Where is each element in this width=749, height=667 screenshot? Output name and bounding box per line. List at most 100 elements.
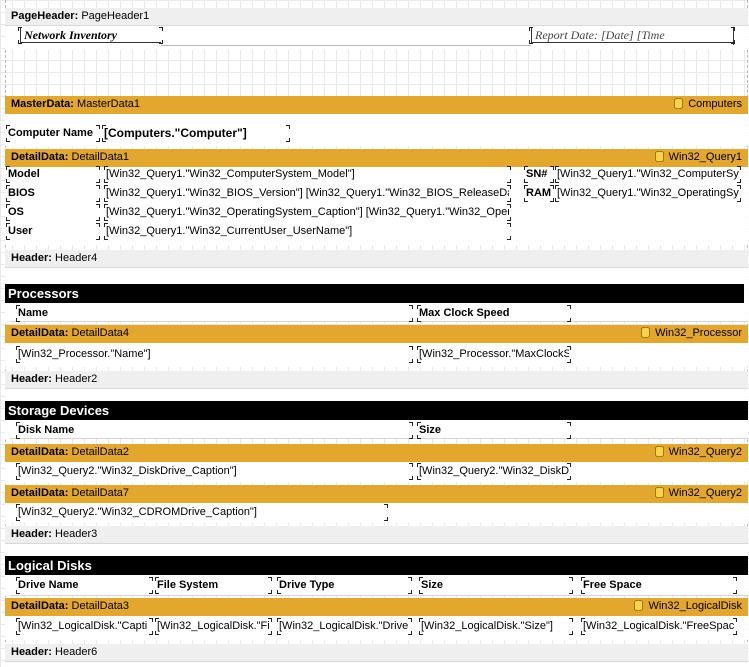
section-title-logical-disks[interactable]: Logical Disks	[5, 556, 748, 575]
band-name: DetailData1	[71, 151, 130, 163]
selection-corner-marker	[149, 590, 153, 594]
selection-corner-marker	[555, 179, 559, 183]
band-master-data[interactable]: MasterData: MasterData1 Computers	[5, 96, 748, 114]
selection-corner-marker	[550, 166, 554, 170]
model-field[interactable]: [Win32_Query1."Win32_ComputerSystem_Mode…	[106, 167, 509, 182]
band-type: PageHeader:	[11, 10, 79, 22]
selection-corner-marker	[18, 40, 22, 44]
selection-corner-marker	[277, 618, 281, 622]
selection-corner-marker	[507, 223, 511, 227]
report-title[interactable]: Network Inventory	[20, 28, 161, 43]
selection-corner-marker	[733, 618, 737, 622]
selection-corner-marker	[96, 204, 100, 208]
drive-name-header[interactable]: Drive Name	[18, 578, 151, 593]
selection-corner-marker	[16, 577, 20, 581]
band-type: DetailData:	[11, 327, 69, 339]
logical-size-header[interactable]: Size	[421, 578, 571, 593]
sn-field[interactable]: [Win32_Query1."Win32_ComputerSys	[557, 167, 739, 182]
selection-corner-marker	[16, 504, 20, 508]
selection-corner-marker	[567, 346, 571, 350]
free-space-field[interactable]: [Win32_LogicalDisk."FreeSpac	[583, 619, 735, 634]
selection-corner-marker	[277, 590, 281, 594]
disk-name-field[interactable]: [Win32_Query2."Win32_DiskDrive_Caption"]	[18, 464, 411, 479]
disk-size-field[interactable]: [Win32_Query2."Win32_DiskD	[419, 464, 569, 479]
divider	[10, 321, 748, 322]
computer-name-field[interactable]: [Computers."Computer"]	[104, 126, 288, 141]
band-header-3[interactable]: Header: Header3	[5, 526, 748, 544]
max-clock-speed-header[interactable]: Max Clock Speed	[419, 306, 569, 321]
selection-corner-marker	[6, 138, 10, 142]
selection-corner-marker	[733, 577, 737, 581]
selection-corner-marker	[737, 198, 741, 202]
band-detail-data-1[interactable]: DetailData: DetailData1 Win32_Query1	[5, 149, 748, 167]
file-system-field[interactable]: [Win32_LogicalDisk."Fi	[157, 619, 270, 634]
bios-field[interactable]: [Win32_Query1."Win32_BIOS_Version"] [Win…	[106, 186, 509, 201]
datasource-name: Computers	[688, 98, 742, 110]
free-space-header[interactable]: Free Space	[583, 578, 735, 593]
selection-corner-marker	[409, 435, 413, 439]
selection-corner-marker	[409, 346, 413, 350]
user-field[interactable]: [Win32_Query1."Win32_CurrentUser_UserNam…	[106, 224, 509, 239]
band-header-6[interactable]: Header: Header6	[5, 644, 748, 662]
file-system-header[interactable]: File System	[157, 578, 270, 593]
processor-name-header[interactable]: Name	[18, 306, 411, 321]
drive-type-field[interactable]: [Win32_LogicalDisk."Drive	[279, 619, 410, 634]
selection-corner-marker	[408, 577, 412, 581]
section-title-storage[interactable]: Storage Devices	[5, 401, 748, 420]
model-label[interactable]: Model	[8, 167, 98, 182]
selection-corner-marker	[6, 185, 10, 189]
band-type: Header:	[11, 373, 52, 385]
selection-corner-marker	[96, 185, 100, 189]
selection-corner-marker	[6, 223, 10, 227]
section-title-processors[interactable]: Processors	[5, 284, 744, 303]
os-label[interactable]: OS	[8, 205, 98, 220]
datasource-name: Win32_Query2	[668, 446, 742, 458]
selection-corner-marker	[417, 435, 421, 439]
selection-corner-marker	[409, 463, 413, 467]
max-clock-speed-field[interactable]: [Win32_Processor."MaxClockS	[419, 347, 569, 362]
report-date-field[interactable]: Report Date: [Date] [Time	[531, 28, 733, 43]
computer-name-label[interactable]: Computer Name	[8, 126, 98, 141]
bios-label[interactable]: BIOS	[8, 186, 98, 201]
sn-label[interactable]: SN#	[526, 167, 552, 182]
selection-corner-marker	[104, 185, 108, 189]
band-header-2[interactable]: Header: Header2	[5, 371, 748, 389]
ram-field[interactable]: [Win32_Query1."Win32_OperatingSys	[557, 186, 739, 201]
selection-corner-marker	[731, 27, 735, 31]
processor-name-field[interactable]: [Win32_Processor."Name"]	[18, 347, 411, 362]
cdrom-field[interactable]: [Win32_Query2."Win32_CDROMDrive_Caption"…	[18, 505, 386, 520]
selection-corner-marker	[384, 504, 388, 508]
band-type: Header:	[11, 252, 52, 264]
disk-name-header[interactable]: Disk Name	[18, 423, 411, 438]
selection-corner-marker	[409, 422, 413, 426]
divider	[161, 45, 531, 46]
band-detail-data-3[interactable]: DetailData: DetailData3 Win32_LogicalDis…	[5, 598, 748, 616]
report-design-canvas[interactable]: PageHeader: PageHeader1 Network Inventor…	[0, 0, 749, 667]
band-detail-data-7[interactable]: DetailData: DetailData7 Win32_Query2	[5, 485, 748, 503]
selection-corner-marker	[567, 463, 571, 467]
band-page-header[interactable]: PageHeader: PageHeader1	[5, 8, 748, 26]
drive-name-field[interactable]: [Win32_LogicalDisk."Capti	[18, 619, 151, 634]
user-label[interactable]: User	[8, 224, 98, 239]
size-header[interactable]: Size	[419, 423, 569, 438]
selection-corner-marker	[16, 346, 20, 350]
selection-corner-marker	[6, 204, 10, 208]
selection-corner-marker	[409, 476, 413, 480]
band-header-4[interactable]: Header: Header4	[5, 250, 748, 268]
drive-type-header[interactable]: Drive Type	[279, 578, 410, 593]
selection-corner-marker	[18, 27, 22, 31]
selection-corner-marker	[104, 223, 108, 227]
selection-corner-marker	[16, 517, 20, 521]
selection-corner-marker	[524, 185, 528, 189]
divider	[10, 595, 748, 596]
selection-corner-marker	[507, 198, 511, 202]
datasource-name: Win32_LogicalDisk	[648, 600, 742, 612]
band-detail-data-4[interactable]: DetailData: DetailData4 Win32_Processor	[5, 325, 748, 343]
ram-label[interactable]: RAM	[526, 186, 552, 201]
selection-corner-marker	[733, 590, 737, 594]
band-detail-data-2[interactable]: DetailData: DetailData2 Win32_Query2	[5, 444, 748, 462]
database-icon	[641, 327, 651, 338]
os-field[interactable]: [Win32_Query1."Win32_OperatingSystem_Cap…	[106, 205, 509, 220]
selection-corner-marker	[16, 359, 20, 363]
logical-size-field[interactable]: [Win32_LogicalDisk."Size"]	[421, 619, 571, 634]
